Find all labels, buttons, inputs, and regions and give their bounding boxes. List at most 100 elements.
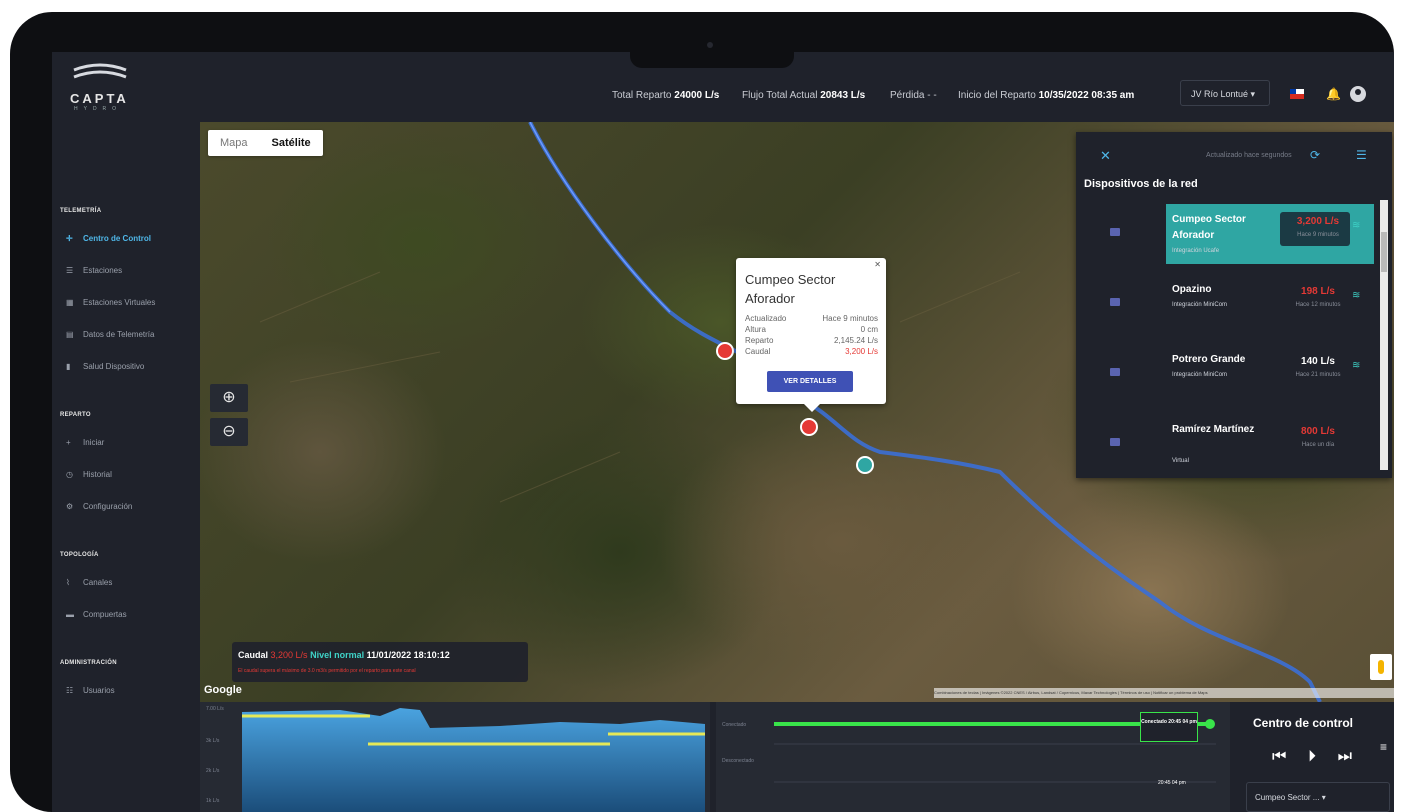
control-title: Centro de control bbox=[1252, 716, 1353, 730]
station-marker[interactable] bbox=[716, 342, 734, 360]
sidebar-item-label: Canales bbox=[83, 578, 113, 587]
device-type: Integración MiniCom bbox=[1172, 302, 1228, 308]
device-list: Cumpeo Sector Aforador Integración Ucafe 3… bbox=[1076, 200, 1376, 478]
skip-forward-icon[interactable]: ⏭ bbox=[1338, 748, 1352, 766]
bell-icon[interactable]: 🔔 bbox=[1326, 87, 1341, 101]
camera-icon bbox=[707, 42, 713, 48]
sidebar-item-estaciones-virtuales[interactable]: ▦ Estaciones Virtuales bbox=[66, 298, 155, 307]
device-name: Opazino bbox=[1172, 284, 1212, 295]
battery-icon: ▮ bbox=[66, 362, 71, 371]
wifi-icon: ≋ bbox=[1352, 360, 1361, 371]
device-name: Potrero Grande bbox=[1172, 354, 1246, 365]
device-icon bbox=[1110, 298, 1120, 306]
scrollbar[interactable] bbox=[1380, 200, 1388, 470]
sidebar-section-title: ADMINISTRACIÓN bbox=[60, 660, 117, 666]
wifi-icon: ≋ bbox=[1352, 220, 1361, 231]
sidebar-item-label: Datos de Telemetría bbox=[83, 330, 155, 339]
sidebar-item-iniciar[interactable]: + Iniciar bbox=[66, 438, 104, 447]
skip-back-icon[interactable]: ⏮ bbox=[1272, 748, 1286, 766]
total-reparto: Total Reparto 24000 L/s bbox=[612, 90, 720, 101]
sidebar-item-historial[interactable]: ◷ Historial bbox=[66, 470, 112, 479]
map-type-satelite[interactable]: Satélite bbox=[260, 130, 323, 156]
sidebar-item-configuraci-n[interactable]: ⚙ Configuración bbox=[66, 502, 132, 511]
sidebar-item-label: Estaciones Virtuales bbox=[83, 298, 156, 307]
scrollbar-thumb[interactable] bbox=[1381, 232, 1387, 272]
wifi-icon: ≋ bbox=[1352, 290, 1361, 301]
app-screen: CAPTA HYDRO Total Reparto 24000 L/s Fluj… bbox=[52, 52, 1394, 812]
device-list-item[interactable]: Potrero Grande Integración MiniCom 140 L/s… bbox=[1110, 344, 1374, 404]
logo-text: CAPTA bbox=[70, 91, 129, 106]
device-updated: Hace 9 minutos bbox=[1297, 232, 1339, 238]
channel-icon: ⌇ bbox=[66, 578, 70, 587]
device-value: 140 L/s bbox=[1301, 356, 1335, 367]
sidebar-item-usuarios[interactable]: ☷ Usuarios bbox=[66, 686, 115, 695]
sidebar-item-label: Compuertas bbox=[83, 610, 127, 619]
station-select[interactable]: Cumpeo Sector ... ▾ bbox=[1246, 782, 1390, 812]
crosshair-icon: ✛ bbox=[66, 234, 73, 243]
user-avatar-icon[interactable] bbox=[1350, 86, 1366, 102]
device-type: Virtual bbox=[1172, 458, 1189, 464]
device-updated: Hace un día bbox=[1301, 442, 1335, 448]
control-center: Centro de control ⏮ ⏵ ⏭ ≡ Cumpeo Sector … bbox=[1230, 702, 1394, 812]
sidebar-section-title: TOPOLOGÍA bbox=[60, 552, 99, 558]
sidebar-section-title: TELEMETRÍA bbox=[60, 208, 102, 214]
device-icon bbox=[1110, 438, 1120, 446]
sidebar-item-salud-dispositivo[interactable]: ▮ Salud Dispositivo bbox=[66, 362, 144, 371]
close-icon[interactable]: ✕ bbox=[1100, 148, 1111, 164]
perdida: Pérdida - - bbox=[890, 90, 937, 101]
station-popup: ✕ Cumpeo Sector Aforador Actualizado Hace… bbox=[736, 258, 886, 412]
device-updated: Hace 21 minutos bbox=[1295, 372, 1341, 378]
device-list-item[interactable]: Cumpeo Sector Aforador Integración Ucafe 3… bbox=[1110, 204, 1374, 264]
ver-detalles-button[interactable]: VER DETALLES bbox=[767, 371, 853, 392]
device-panel-title: Dispositivos de la red bbox=[1084, 178, 1198, 190]
device-value: 198 L/s bbox=[1301, 286, 1335, 297]
zoom-out-button[interactable]: ⊖ bbox=[210, 418, 248, 446]
caudal-line: Caudal 3,200 L/s Nivel normal 11/01/2022… bbox=[238, 650, 450, 660]
sidebar-item-label: Centro de Control bbox=[83, 234, 151, 243]
popup-close-icon[interactable]: ✕ bbox=[874, 260, 881, 269]
play-icon[interactable]: ⏵ bbox=[1308, 748, 1316, 766]
inicio-reparto: Inicio del Reparto 10/35/2022 08:35 am bbox=[958, 90, 1135, 101]
caudal-status-box: Caudal 3,200 L/s Nivel normal 11/01/2022… bbox=[232, 642, 528, 682]
organization-select[interactable]: JV Río Lontué ▾ bbox=[1180, 80, 1270, 106]
device-list-item[interactable]: Opazino Integración MiniCom 198 L/s Hace 12… bbox=[1110, 274, 1374, 334]
device-type: Integración MiniCom bbox=[1172, 372, 1228, 378]
plus-icon: + bbox=[66, 438, 71, 447]
chile-flag-icon[interactable] bbox=[1290, 89, 1304, 99]
flujo-total: Flujo Total Actual 20843 L/s bbox=[742, 90, 866, 101]
camera-notch bbox=[630, 28, 794, 68]
device-value: 800 L/s bbox=[1301, 426, 1335, 437]
sidebar-item-label: Configuración bbox=[83, 502, 133, 511]
refresh-icon[interactable]: ⟳ bbox=[1310, 148, 1320, 162]
sidebar-item-centro-de-control[interactable]: ✛ Centro de Control bbox=[66, 234, 151, 243]
satellite-map[interactable]: Mapa Satélite ⊕ ⊖ ✕ Cumpeo Sector Aforad… bbox=[200, 122, 1394, 702]
device-list-item[interactable]: Ramírez Martínez Virtual 800 L/s Hace un dí… bbox=[1110, 414, 1374, 474]
popup-row: Altura 0 cm bbox=[745, 325, 878, 334]
device-type: Integración Ucafe bbox=[1172, 248, 1220, 254]
gate-icon: ▬ bbox=[66, 610, 74, 619]
gear-icon: ⚙ bbox=[66, 502, 74, 511]
popup-row: Caudal 3,200 L/s bbox=[745, 347, 878, 356]
users-icon: ☷ bbox=[66, 686, 74, 695]
sidebar-item-canales[interactable]: ⌇ Canales bbox=[66, 578, 112, 587]
device-updated: Hace 12 minutos bbox=[1295, 302, 1341, 308]
device-value: 3,200 L/s bbox=[1296, 216, 1340, 227]
map-attribution[interactable]: Combinaciones de teclas | Imágenes ©2022… bbox=[934, 688, 1394, 698]
station-marker-selected[interactable] bbox=[800, 418, 818, 436]
map-type-mapa[interactable]: Mapa bbox=[208, 130, 260, 156]
street-view-pegman-icon[interactable] bbox=[1370, 654, 1392, 680]
zoom-in-button[interactable]: ⊕ bbox=[210, 384, 248, 412]
sidebar: TELEMETRÍA ✛ Centro de Control ☰ Estaciones ▦… bbox=[52, 122, 200, 812]
sidebar-item-estaciones[interactable]: ☰ Estaciones bbox=[66, 266, 122, 275]
popup-row: Actualizado Hace 9 minutos bbox=[745, 314, 878, 323]
sidebar-item-compuertas[interactable]: ▬ Compuertas bbox=[66, 610, 127, 619]
station-marker[interactable] bbox=[856, 456, 874, 474]
list-icon: ☰ bbox=[66, 266, 74, 275]
caudal-warning: El caudal supera el máximo de 3.0 m3/s p… bbox=[238, 668, 416, 674]
time-label: 20:45 04 pm bbox=[1158, 780, 1186, 786]
device-name: Ramírez Martínez bbox=[1172, 424, 1255, 435]
logo-subtext: HYDRO bbox=[74, 106, 123, 112]
menu-icon[interactable]: ≡ bbox=[1380, 740, 1387, 754]
menu-icon[interactable]: ☰ bbox=[1356, 148, 1367, 162]
sidebar-item-datos-de-telemetr-a[interactable]: ▤ Datos de Telemetría bbox=[66, 330, 154, 339]
